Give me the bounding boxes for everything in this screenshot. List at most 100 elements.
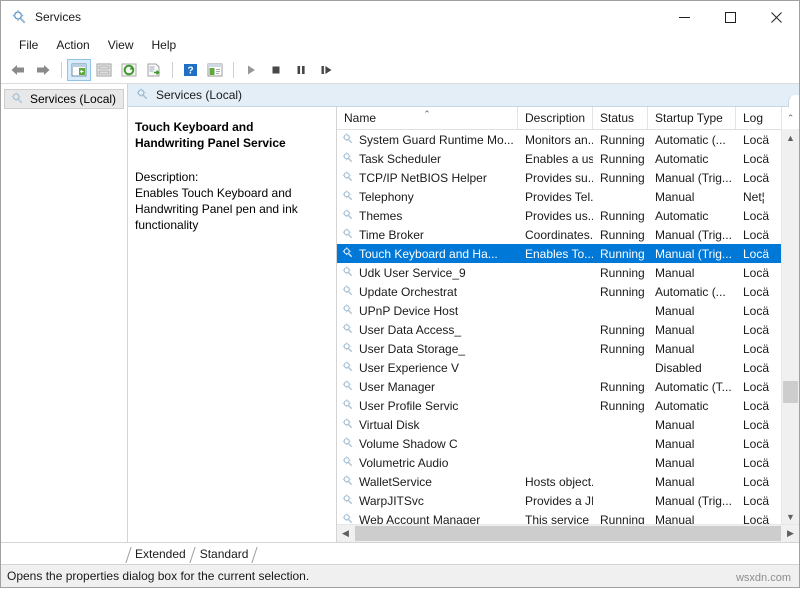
table-row[interactable]: ThemesProvides us...RunningAutomaticLocä bbox=[337, 206, 799, 225]
table-row[interactable]: TelephonyProvides Tel...ManualNet¦ bbox=[337, 187, 799, 206]
service-gear-icon bbox=[341, 436, 354, 452]
vertical-scrollbar[interactable]: ▲ ▼ bbox=[781, 129, 799, 525]
cell-name: Touch Keyboard and Ha... bbox=[337, 246, 518, 262]
tab-edge-left bbox=[125, 547, 131, 563]
description-text: Enables Touch Keyboard and Handwriting P… bbox=[135, 185, 324, 233]
table-row[interactable]: Virtual DiskManualLocä bbox=[337, 415, 799, 434]
vertical-scrollbar-thumb[interactable] bbox=[783, 381, 798, 403]
service-name: User Experience V bbox=[359, 361, 459, 375]
cell-log-on-as: Locä bbox=[736, 437, 782, 451]
tab-extended[interactable]: Extended bbox=[128, 545, 193, 564]
table-row[interactable]: User Profile ServicRunningAutomaticLocä bbox=[337, 396, 799, 415]
table-row[interactable]: Web Account ManagerThis service ...Runni… bbox=[337, 510, 799, 524]
export-list-file-icon[interactable] bbox=[142, 59, 166, 81]
menu-help[interactable]: Help bbox=[143, 35, 186, 55]
cell-log-on-as: Locä bbox=[736, 171, 782, 185]
table-row[interactable]: WalletServiceHosts object...ManualLocä bbox=[337, 472, 799, 491]
service-gear-icon bbox=[341, 227, 354, 243]
column-header-label: Name bbox=[344, 111, 376, 125]
cell-log-on-as: Net¦ bbox=[736, 190, 782, 204]
column-status[interactable]: Status bbox=[593, 107, 648, 129]
cell-status: Running bbox=[593, 266, 648, 280]
service-name: User Manager bbox=[359, 380, 435, 394]
column-startup-type[interactable]: Startup Type bbox=[648, 107, 736, 129]
table-row[interactable]: User Data Access_RunningManualLocä bbox=[337, 320, 799, 339]
table-row[interactable]: User ManagerRunningAutomatic (T...Locä bbox=[337, 377, 799, 396]
table-row[interactable]: User Experience VDisabledLocä bbox=[337, 358, 799, 377]
scroll-up-arrow-icon[interactable]: ▲ bbox=[782, 129, 799, 146]
forward-arrow-icon[interactable] bbox=[31, 59, 55, 81]
scroll-down-arrow-icon[interactable]: ▼ bbox=[782, 508, 799, 525]
services-rows[interactable]: System Guard Runtime Mo...Monitors an...… bbox=[337, 130, 799, 524]
table-row[interactable]: Udk User Service_9RunningManualLocä bbox=[337, 263, 799, 282]
service-gear-icon bbox=[341, 265, 354, 281]
service-name: Touch Keyboard and Ha... bbox=[359, 247, 498, 261]
cell-status: Running bbox=[593, 342, 648, 356]
column-log-on-as[interactable]: Log bbox=[736, 107, 782, 129]
service-gear-icon bbox=[341, 398, 354, 414]
show-action-pane-icon[interactable] bbox=[203, 59, 227, 81]
cell-description: Monitors an... bbox=[518, 133, 593, 147]
table-row[interactable]: Update OrchestratRunningAutomatic (...Lo… bbox=[337, 282, 799, 301]
menu-view[interactable]: View bbox=[99, 35, 143, 55]
service-gear-icon bbox=[341, 493, 354, 509]
column-description[interactable]: Description bbox=[518, 107, 593, 129]
menu-bar: File Action View Help bbox=[1, 33, 799, 57]
services-gear-icon bbox=[135, 87, 149, 104]
table-row[interactable]: User Data Storage_RunningManualLocä bbox=[337, 339, 799, 358]
table-row[interactable]: Time BrokerCoordinates...RunningManual (… bbox=[337, 225, 799, 244]
cell-startup-type: Automatic (... bbox=[648, 285, 736, 299]
maximize-button[interactable] bbox=[707, 1, 753, 33]
stop-service-icon[interactable] bbox=[264, 59, 288, 81]
table-row[interactable]: Volumetric AudioManualLocä bbox=[337, 453, 799, 472]
help-icon[interactable]: ? bbox=[178, 59, 202, 81]
show-hide-console-tree-icon[interactable] bbox=[67, 59, 91, 81]
menu-file[interactable]: File bbox=[10, 35, 47, 55]
start-service-icon[interactable] bbox=[239, 59, 263, 81]
tree-item-services-local[interactable]: Services (Local) bbox=[4, 89, 124, 109]
table-row[interactable]: Task SchedulerEnables a us...RunningAuto… bbox=[337, 149, 799, 168]
scroll-left-arrow-icon[interactable]: ◀ bbox=[337, 528, 354, 539]
minimize-button[interactable] bbox=[661, 1, 707, 33]
cell-log-on-as: Locä bbox=[736, 475, 782, 489]
cell-startup-type: Automatic (T... bbox=[648, 380, 736, 394]
cell-startup-type: Manual bbox=[648, 475, 736, 489]
table-row[interactable]: TCP/IP NetBIOS HelperProvides su...Runni… bbox=[337, 168, 799, 187]
cell-name: WarpJITSvc bbox=[337, 493, 518, 509]
table-row[interactable]: System Guard Runtime Mo...Monitors an...… bbox=[337, 130, 799, 149]
services-window: Services File Action View Help bbox=[0, 0, 800, 588]
table-row[interactable]: Volume Shadow CManualLocä bbox=[337, 434, 799, 453]
table-row[interactable]: WarpJITSvcProvides a JI...Manual (Trig..… bbox=[337, 491, 799, 510]
restart-service-icon[interactable] bbox=[314, 59, 338, 81]
back-arrow-icon[interactable] bbox=[6, 59, 30, 81]
horizontal-scrollbar-thumb[interactable] bbox=[355, 526, 781, 541]
cell-name: Task Scheduler bbox=[337, 151, 518, 167]
cell-startup-type: Manual (Trig... bbox=[648, 494, 736, 508]
refresh-icon[interactable] bbox=[117, 59, 141, 81]
service-gear-icon bbox=[341, 284, 354, 300]
cell-description: Provides su... bbox=[518, 171, 593, 185]
cell-log-on-as: Locä bbox=[736, 323, 782, 337]
cell-description: Coordinates... bbox=[518, 228, 593, 242]
table-row[interactable]: Touch Keyboard and Ha...Enables To...Run… bbox=[337, 244, 799, 263]
service-gear-icon bbox=[341, 360, 354, 376]
tab-standard[interactable]: Standard bbox=[193, 545, 256, 564]
horizontal-scrollbar[interactable]: ◀ ▶ bbox=[337, 524, 799, 542]
tab-standard-label: Standard bbox=[200, 547, 249, 561]
column-name[interactable]: Name⌃ bbox=[337, 107, 518, 129]
service-gear-icon bbox=[341, 189, 354, 205]
pause-service-icon[interactable] bbox=[289, 59, 313, 81]
cell-description: Provides us... bbox=[518, 209, 593, 223]
menu-action[interactable]: Action bbox=[47, 35, 98, 55]
window-controls bbox=[661, 1, 799, 33]
export-list-icon[interactable] bbox=[92, 59, 116, 81]
service-gear-icon bbox=[341, 170, 354, 186]
table-row[interactable]: UPnP Device HostManualLocä bbox=[337, 301, 799, 320]
close-button[interactable] bbox=[753, 1, 799, 33]
scroll-right-arrow-icon[interactable]: ▶ bbox=[782, 528, 799, 539]
service-gear-icon bbox=[341, 151, 354, 167]
service-name: User Data Storage_ bbox=[359, 342, 465, 356]
cell-log-on-as: Locä bbox=[736, 152, 782, 166]
services-gear-icon bbox=[11, 9, 27, 25]
cell-name: TCP/IP NetBIOS Helper bbox=[337, 170, 518, 186]
